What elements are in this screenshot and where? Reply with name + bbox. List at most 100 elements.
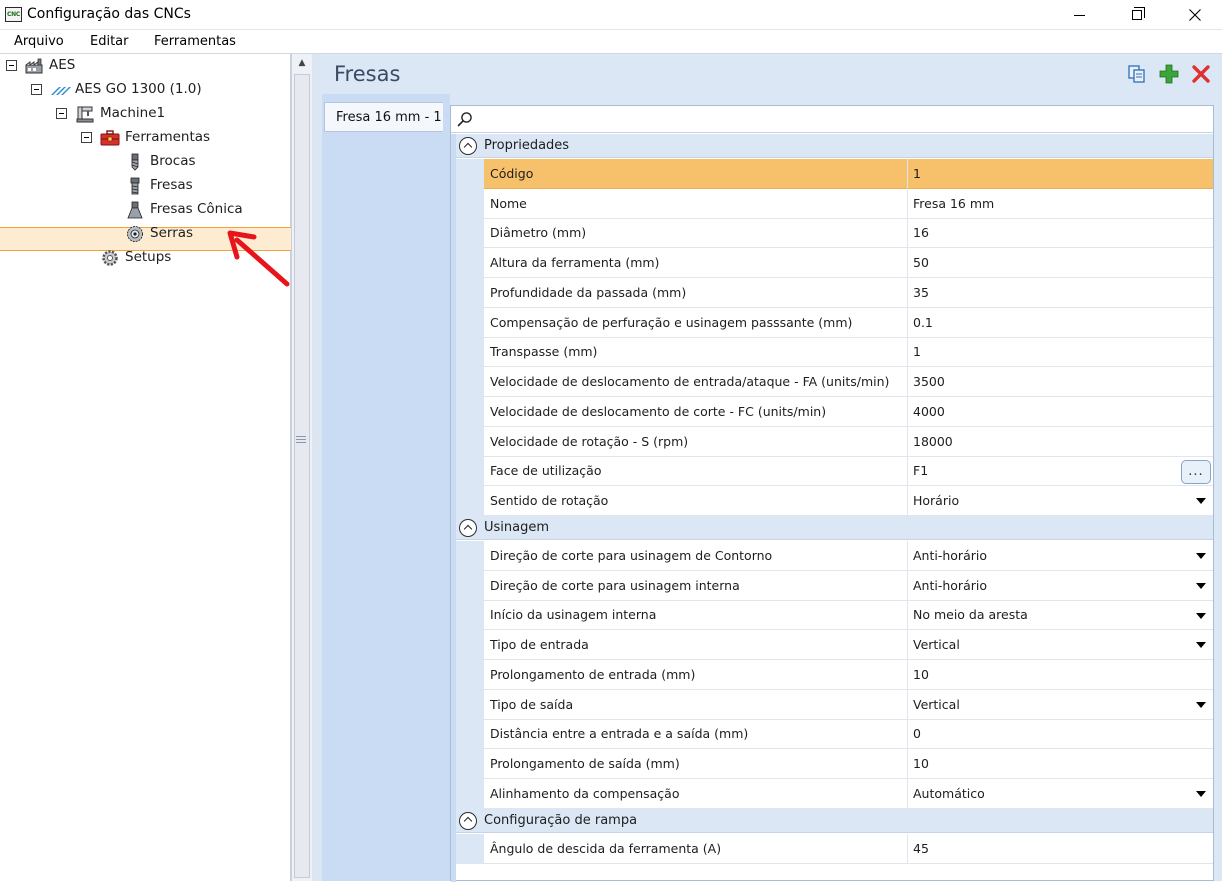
property-value-field[interactable]: F1... — [908, 456, 1213, 487]
delete-icon[interactable] — [1191, 64, 1211, 84]
property-value-field[interactable]: 18000 — [908, 426, 1213, 457]
property-dropdown[interactable]: Horário — [908, 486, 1213, 516]
property-value-field[interactable]: 1 — [908, 159, 1213, 189]
property-row[interactable]: Nome Fresa 16 mm — [456, 188, 1213, 219]
tree-item-aes[interactable]: AES — [0, 55, 291, 77]
property-row[interactable]: Distância entre a entrada e a saída (mm)… — [456, 719, 1213, 750]
property-name: Velocidade de deslocamento de entrada/at… — [484, 367, 908, 397]
dropdown-arrow-icon[interactable] — [1196, 553, 1206, 559]
property-value-field[interactable]: 50 — [908, 248, 1213, 278]
collapse-chevron-icon[interactable] — [459, 137, 477, 155]
property-row[interactable]: Prolongamento de saída (mm) 10 — [456, 749, 1213, 779]
menu-arquivo[interactable]: Arquivo — [14, 34, 64, 49]
property-value: No meio da aresta — [913, 607, 1028, 623]
property-value: Vertical — [913, 637, 960, 653]
minimize-button[interactable] — [1050, 0, 1108, 30]
property-value-field[interactable]: 0 — [908, 719, 1213, 750]
pane-splitter[interactable] — [312, 54, 320, 881]
category-header[interactable]: Propriedades — [456, 134, 1213, 158]
row-indent — [456, 719, 484, 750]
property-row[interactable]: Prolongamento de entrada (mm) 10 — [456, 660, 1213, 690]
property-dropdown[interactable]: Vertical — [908, 689, 1213, 720]
property-dropdown[interactable]: Anti-horário — [908, 570, 1213, 601]
tree-item-aes-go-1300[interactable]: AES GO 1300 (1.0) — [0, 79, 291, 101]
category-label: Propriedades — [484, 138, 570, 153]
tab-fresa-16mm[interactable]: Fresa 16 mm - 1 — [324, 102, 443, 132]
dropdown-arrow-icon[interactable] — [1196, 642, 1206, 649]
scroll-thumb[interactable] — [294, 74, 310, 878]
property-value: 1 — [913, 344, 921, 360]
property-row[interactable]: Transpasse (mm) 1 — [456, 337, 1213, 368]
property-row[interactable]: Diâmetro (mm) 16 — [456, 218, 1213, 249]
search-icon — [457, 112, 472, 127]
property-row[interactable]: Início da usinagem interna No meio da are… — [456, 600, 1213, 631]
property-row[interactable]: Compensação de perfuração e usinagem pas… — [456, 307, 1213, 338]
property-value-field[interactable]: 45 — [908, 833, 1213, 864]
tree-item-ferramentas[interactable]: Ferramentas — [0, 127, 291, 149]
tree-item-fresas[interactable]: Fresas — [0, 175, 291, 197]
category-header[interactable]: Usinagem — [456, 516, 1213, 540]
collapse-toggle-icon[interactable] — [81, 132, 92, 143]
property-row[interactable]: Face de utilização F1... — [456, 456, 1213, 487]
property-row[interactable]: Velocidade de deslocamento de entrada/at… — [456, 367, 1213, 397]
tree-item-brocas[interactable]: Brocas — [0, 151, 291, 173]
property-dropdown[interactable]: No meio da aresta — [908, 600, 1213, 631]
property-row[interactable]: Profundidade da passada (mm) 35 — [456, 278, 1213, 308]
tree-scrollbar[interactable]: ▲ — [291, 54, 312, 881]
collapse-toggle-icon[interactable] — [6, 60, 17, 71]
dropdown-arrow-icon[interactable] — [1196, 498, 1206, 505]
row-indent — [456, 486, 484, 516]
dropdown-arrow-icon[interactable] — [1196, 701, 1206, 708]
collapse-chevron-icon[interactable] — [459, 811, 477, 830]
maximize-button[interactable] — [1108, 0, 1166, 30]
menu-editar[interactable]: Editar — [90, 34, 129, 49]
property-row[interactable]: Código 1 — [456, 159, 1213, 189]
property-row[interactable]: Sentido de rotação Horário — [456, 486, 1213, 516]
menu-ferramentas[interactable]: Ferramentas — [154, 34, 236, 49]
close-button[interactable] — [1166, 0, 1222, 30]
property-row[interactable]: Direção de corte para usinagem interna An… — [456, 570, 1213, 601]
property-value-field[interactable]: 10 — [908, 660, 1213, 690]
property-value-field[interactable]: 10 — [908, 749, 1213, 779]
property-value-field[interactable]: 1 — [908, 337, 1213, 368]
property-value-field[interactable]: 16 — [908, 218, 1213, 249]
add-icon[interactable] — [1159, 64, 1179, 84]
search-input[interactable] — [451, 106, 1213, 133]
property-row[interactable]: Alinhamento da compensação Automático — [456, 779, 1213, 809]
property-name: Profundidade da passada (mm) — [484, 278, 908, 308]
property-name: Direção de corte para usinagem de Contor… — [484, 541, 908, 571]
property-dropdown[interactable]: Automático — [908, 779, 1213, 809]
property-name: Sentido de rotação — [484, 486, 908, 516]
category-header[interactable]: Configuração de rampa — [456, 808, 1213, 833]
property-row[interactable]: Velocidade de rotação - S (rpm) 18000 — [456, 426, 1213, 457]
tree-item-machine1[interactable]: Machine1 — [0, 103, 291, 125]
property-row[interactable]: Tipo de saída Vertical — [456, 689, 1213, 720]
tree-label: Fresas — [150, 177, 193, 193]
dropdown-arrow-icon[interactable] — [1196, 612, 1206, 619]
scroll-grip-icon — [296, 436, 306, 446]
property-row[interactable]: Velocidade de deslocamento de corte - FC… — [456, 397, 1213, 427]
property-value-field[interactable]: 3500 — [908, 367, 1213, 397]
dropdown-arrow-icon[interactable] — [1196, 582, 1206, 589]
property-row[interactable]: Ângulo de descida da ferramenta (A) 45 — [456, 833, 1213, 864]
property-name: Alinhamento da compensação — [484, 779, 908, 809]
collapse-chevron-icon[interactable] — [459, 519, 477, 537]
property-value-field[interactable]: Fresa 16 mm — [908, 188, 1213, 219]
property-row[interactable]: Tipo de entrada Vertical — [456, 630, 1213, 660]
property-dropdown[interactable]: Anti-horário — [908, 541, 1213, 571]
property-row[interactable]: Altura da ferramenta (mm) 50 — [456, 248, 1213, 278]
property-value: 3500 — [913, 374, 945, 390]
property-dropdown[interactable]: Vertical — [908, 630, 1213, 660]
ellipsis-button[interactable]: ... — [1181, 459, 1211, 484]
property-row[interactable]: Direção de corte para usinagem de Contor… — [456, 541, 1213, 571]
property-value: 1 — [913, 165, 921, 181]
tree-item-fresas-conica[interactable]: Fresas Cônica — [0, 199, 291, 221]
property-value-field[interactable]: 0.1 — [908, 307, 1213, 338]
collapse-toggle-icon[interactable] — [56, 108, 67, 119]
property-value-field[interactable]: 35 — [908, 278, 1213, 308]
property-value-field[interactable]: 4000 — [908, 397, 1213, 427]
dropdown-arrow-icon[interactable] — [1196, 791, 1206, 797]
copy-icon[interactable] — [1127, 64, 1147, 84]
scroll-up-icon[interactable]: ▲ — [292, 54, 312, 72]
collapse-toggle-icon[interactable] — [31, 84, 42, 95]
